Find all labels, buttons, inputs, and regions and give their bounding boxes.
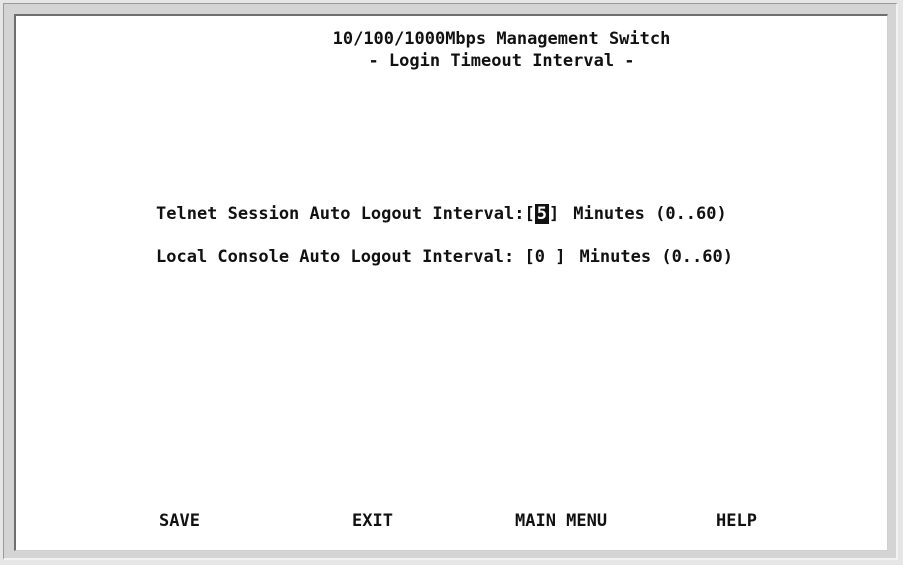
telnet-logout-open-bracket: [: [524, 204, 535, 224]
telnet-logout-row: Telnet Session Auto Logout Interval: [ 5…: [156, 204, 727, 224]
console-logout-units: Minutes (0..60): [579, 247, 733, 267]
telnet-logout-field[interactable]: [ 5 ]: [524, 204, 559, 224]
console-logout-row: Local Console Auto Logout Interval: [ 0 …: [156, 247, 733, 267]
console-logout-label: Local Console Auto Logout Interval:: [156, 247, 515, 267]
main-menu-button[interactable]: MAIN MENU: [515, 511, 607, 531]
help-button[interactable]: HELP: [716, 511, 757, 531]
save-button[interactable]: SAVE: [159, 511, 200, 531]
console-logout-close-bracket: ]: [544, 247, 566, 267]
page-title: 10/100/1000Mbps Management Switch: [332, 29, 671, 49]
terminal-screen: 10/100/1000Mbps Management Switch - Logi…: [14, 14, 888, 551]
window-frame: 10/100/1000Mbps Management Switch - Logi…: [3, 3, 898, 560]
console-logout-field[interactable]: [ 0 ]: [514, 247, 565, 267]
page-subtitle: - Login Timeout Interval -: [368, 51, 635, 71]
telnet-logout-close-bracket: ]: [548, 204, 560, 224]
telnet-logout-label: Telnet Session Auto Logout Interval:: [156, 204, 525, 224]
telnet-logout-input[interactable]: 5: [534, 204, 549, 224]
console-logout-open-bracket: [: [514, 247, 535, 267]
telnet-logout-units: Minutes (0..60): [573, 204, 727, 224]
console-logout-input[interactable]: 0: [535, 247, 545, 267]
exit-button[interactable]: EXIT: [352, 511, 393, 531]
